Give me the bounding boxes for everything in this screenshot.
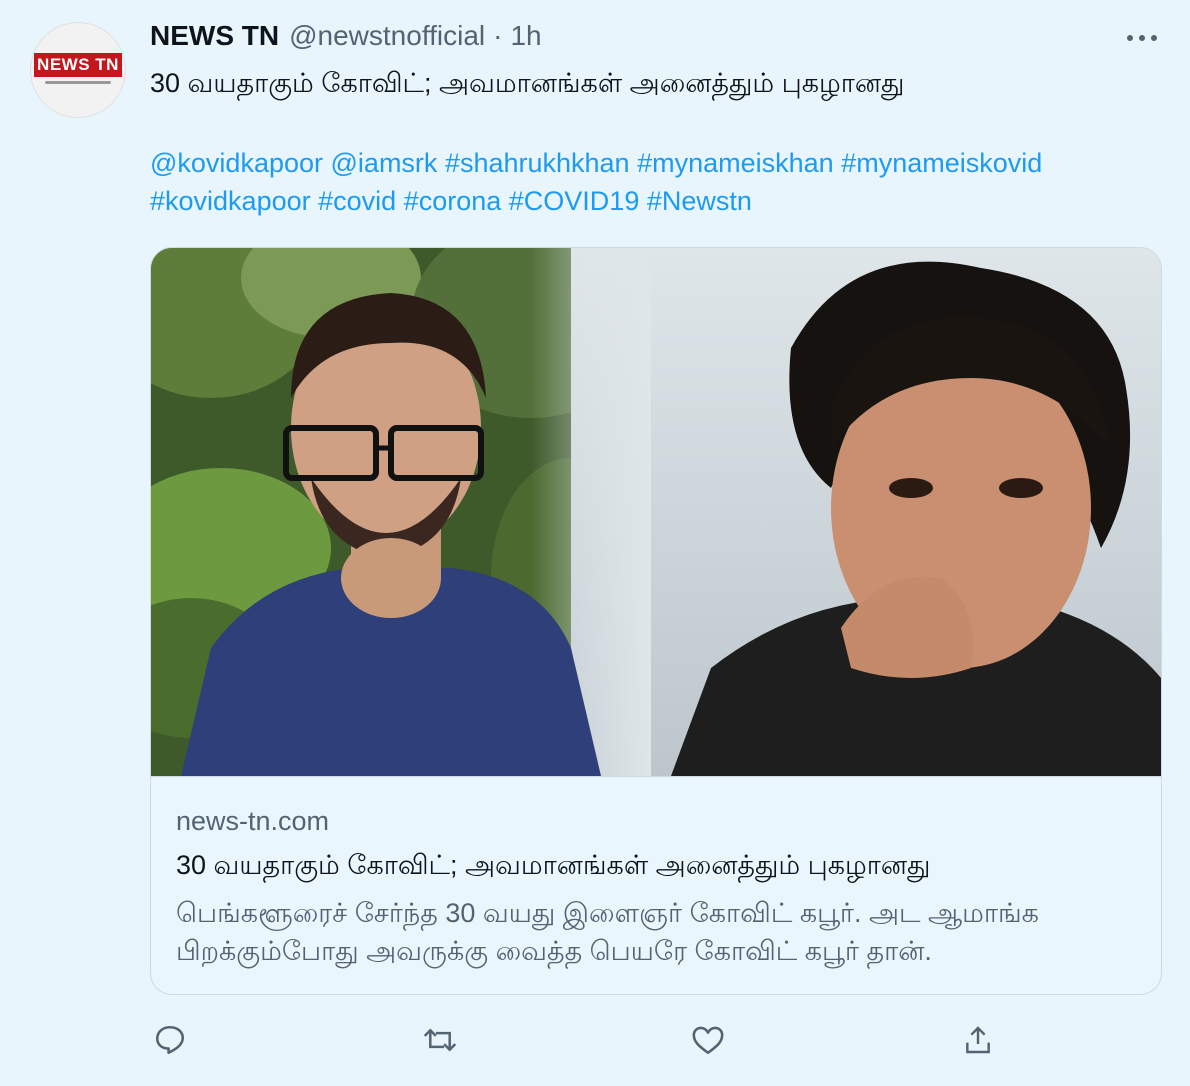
share-button[interactable] (958, 1020, 998, 1060)
news-tn-logo: NEWS TN (34, 53, 122, 77)
hashtag-link[interactable]: #COVID19 (509, 186, 640, 216)
avatar[interactable]: NEWS TN (30, 22, 126, 118)
hashtag-link[interactable]: #mynameiskhan (637, 148, 834, 178)
display-name[interactable]: NEWS TN (150, 20, 279, 52)
timestamp[interactable]: 1h (510, 20, 541, 52)
hashtag-link[interactable]: #kovidkapoor (150, 186, 311, 216)
hashtag-link[interactable]: #mynameiskovid (841, 148, 1042, 178)
hashtag-link[interactable]: #shahrukhkhan (445, 148, 630, 178)
reply-icon (155, 1025, 185, 1055)
more-options-button[interactable] (1124, 26, 1160, 50)
tweet-body: 30 வயதாகும் கோவிட்; அவமானங்கள் அனைத்தும்… (150, 68, 905, 98)
logo-text: NEWS TN (37, 55, 119, 74)
hashtag-link[interactable]: #corona (404, 186, 502, 216)
user-handle[interactable]: @newstnofficial (289, 20, 485, 52)
logo-tagline (45, 81, 111, 84)
retweet-button[interactable] (420, 1020, 460, 1060)
card-description-line: பிறக்கும்போது அவருக்கு வைத்த பெயரே கோவிட… (176, 936, 932, 966)
card-photo (151, 248, 1161, 776)
like-icon (692, 1026, 724, 1055)
card-description: பெங்களூரைச் சேர்ந்த 30 வயது இளைஞர் கோவிட… (176, 894, 1136, 970)
reply-button[interactable] (150, 1020, 190, 1060)
tweet[interactable]: NEWS TN NEWS TN @newstnofficial · 1h 30 … (0, 0, 1190, 1086)
separator-dot: · (493, 20, 503, 51)
mention-link[interactable]: @kovidkapoor (150, 148, 323, 178)
tweet-tags: @kovidkapoor @iamsrk #shahrukhkhan #myna… (150, 144, 1160, 220)
card-title: 30 வயதாகும் கோவிட்; அவமானங்கள் அனைத்தும்… (176, 850, 931, 880)
link-preview-card[interactable]: news-tn.com 30 வயதாகும் கோவிட்; அவமானங்க… (150, 247, 1162, 995)
card-image[interactable] (151, 248, 1161, 777)
tweet-text: 30 வயதாகும் கோவிட்; அவமானங்கள் அனைத்தும்… (150, 64, 1160, 102)
tweet-header: NEWS TN @newstnofficial · 1h (150, 20, 542, 58)
share-icon (966, 1026, 990, 1054)
more-icon (1127, 35, 1157, 41)
like-button[interactable] (688, 1020, 728, 1060)
card-domain: news-tn.com (176, 806, 330, 836)
retweet-icon (423, 1028, 457, 1052)
card-description-line: பெங்களூரைச் சேர்ந்த 30 வயது இளைஞர் கோவிட… (176, 898, 1039, 928)
hashtag-link[interactable]: #covid (318, 186, 396, 216)
hashtag-link[interactable]: #Newstn (647, 186, 752, 216)
tweet-actions (150, 1020, 1010, 1060)
mention-link[interactable]: @iamsrk (331, 148, 438, 178)
